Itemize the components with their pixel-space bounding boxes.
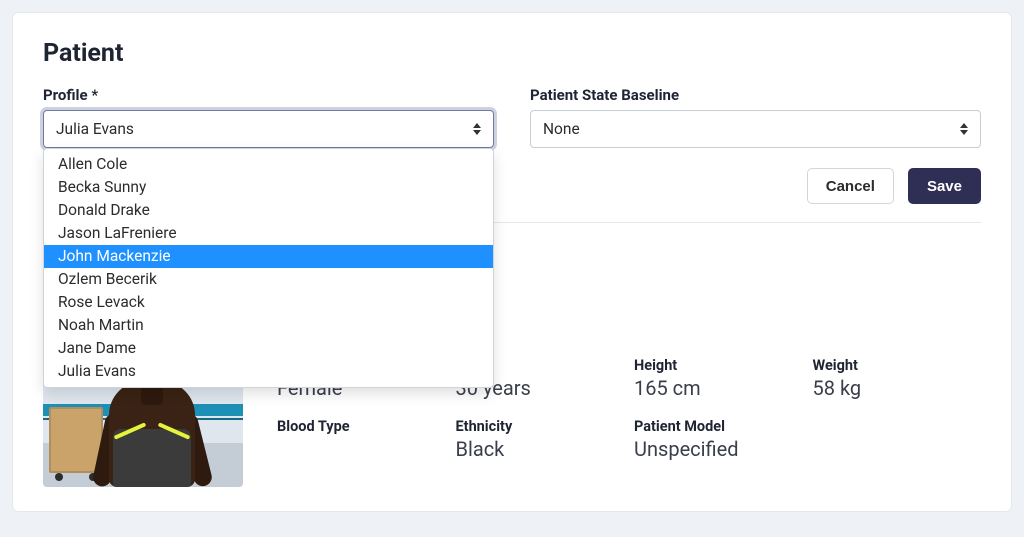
info-blood-type: Blood Type (277, 418, 446, 461)
profile-option[interactable]: Rose Levack (44, 291, 493, 314)
info-ethnicity-value: Black (456, 437, 625, 461)
cancel-button[interactable]: Cancel (807, 168, 894, 204)
profile-select-value: Julia Evans (56, 120, 134, 138)
save-button[interactable]: Save (908, 168, 981, 204)
profile-option[interactable]: Jason LaFreniere (44, 222, 493, 245)
info-ethnicity: Ethnicity Black (456, 418, 625, 461)
baseline-select-value: None (543, 120, 580, 138)
profile-option[interactable]: Donald Drake (44, 199, 493, 222)
profile-option[interactable]: Noah Martin (44, 314, 493, 337)
baseline-field: Patient State Baseline None (530, 86, 981, 148)
sort-icon (473, 123, 481, 135)
info-weight: Weight 58 kg (813, 357, 982, 400)
info-patient-model-label: Patient Model (634, 418, 803, 435)
profile-select[interactable]: Julia Evans (43, 110, 494, 148)
info-weight-label: Weight (813, 357, 982, 374)
profile-option[interactable]: Julia Evans (44, 360, 493, 383)
form-row: Profile * Julia Evans Allen ColeBecka Su… (43, 86, 981, 148)
info-patient-model: Patient Model Unspecified (634, 418, 803, 461)
profile-option[interactable]: John Mackenzie (44, 245, 493, 268)
baseline-label: Patient State Baseline (530, 86, 981, 104)
profile-option[interactable]: Jane Dame (44, 337, 493, 360)
profile-dropdown[interactable]: Allen ColeBecka SunnyDonald DrakeJason L… (43, 148, 494, 388)
profile-option[interactable]: Ozlem Becerik (44, 268, 493, 291)
profile-label: Profile * (43, 86, 494, 104)
baseline-select[interactable]: None (530, 110, 981, 148)
info-ethnicity-label: Ethnicity (456, 418, 625, 435)
profile-option[interactable]: Allen Cole (44, 153, 493, 176)
patient-card: Patient Profile * Julia Evans Allen Cole… (12, 12, 1012, 512)
info-height-value: 165 cm (634, 376, 803, 400)
info-height: Height 165 cm (634, 357, 803, 400)
info-blood-type-label: Blood Type (277, 418, 446, 435)
info-height-label: Height (634, 357, 803, 374)
profile-option[interactable]: Becka Sunny (44, 176, 493, 199)
page-title: Patient (43, 39, 981, 68)
profile-field: Profile * Julia Evans Allen ColeBecka Su… (43, 86, 494, 148)
sort-icon (960, 123, 968, 135)
info-weight-value: 58 kg (813, 376, 982, 400)
info-patient-model-value: Unspecified (634, 437, 803, 461)
info-empty-cell (813, 418, 982, 461)
